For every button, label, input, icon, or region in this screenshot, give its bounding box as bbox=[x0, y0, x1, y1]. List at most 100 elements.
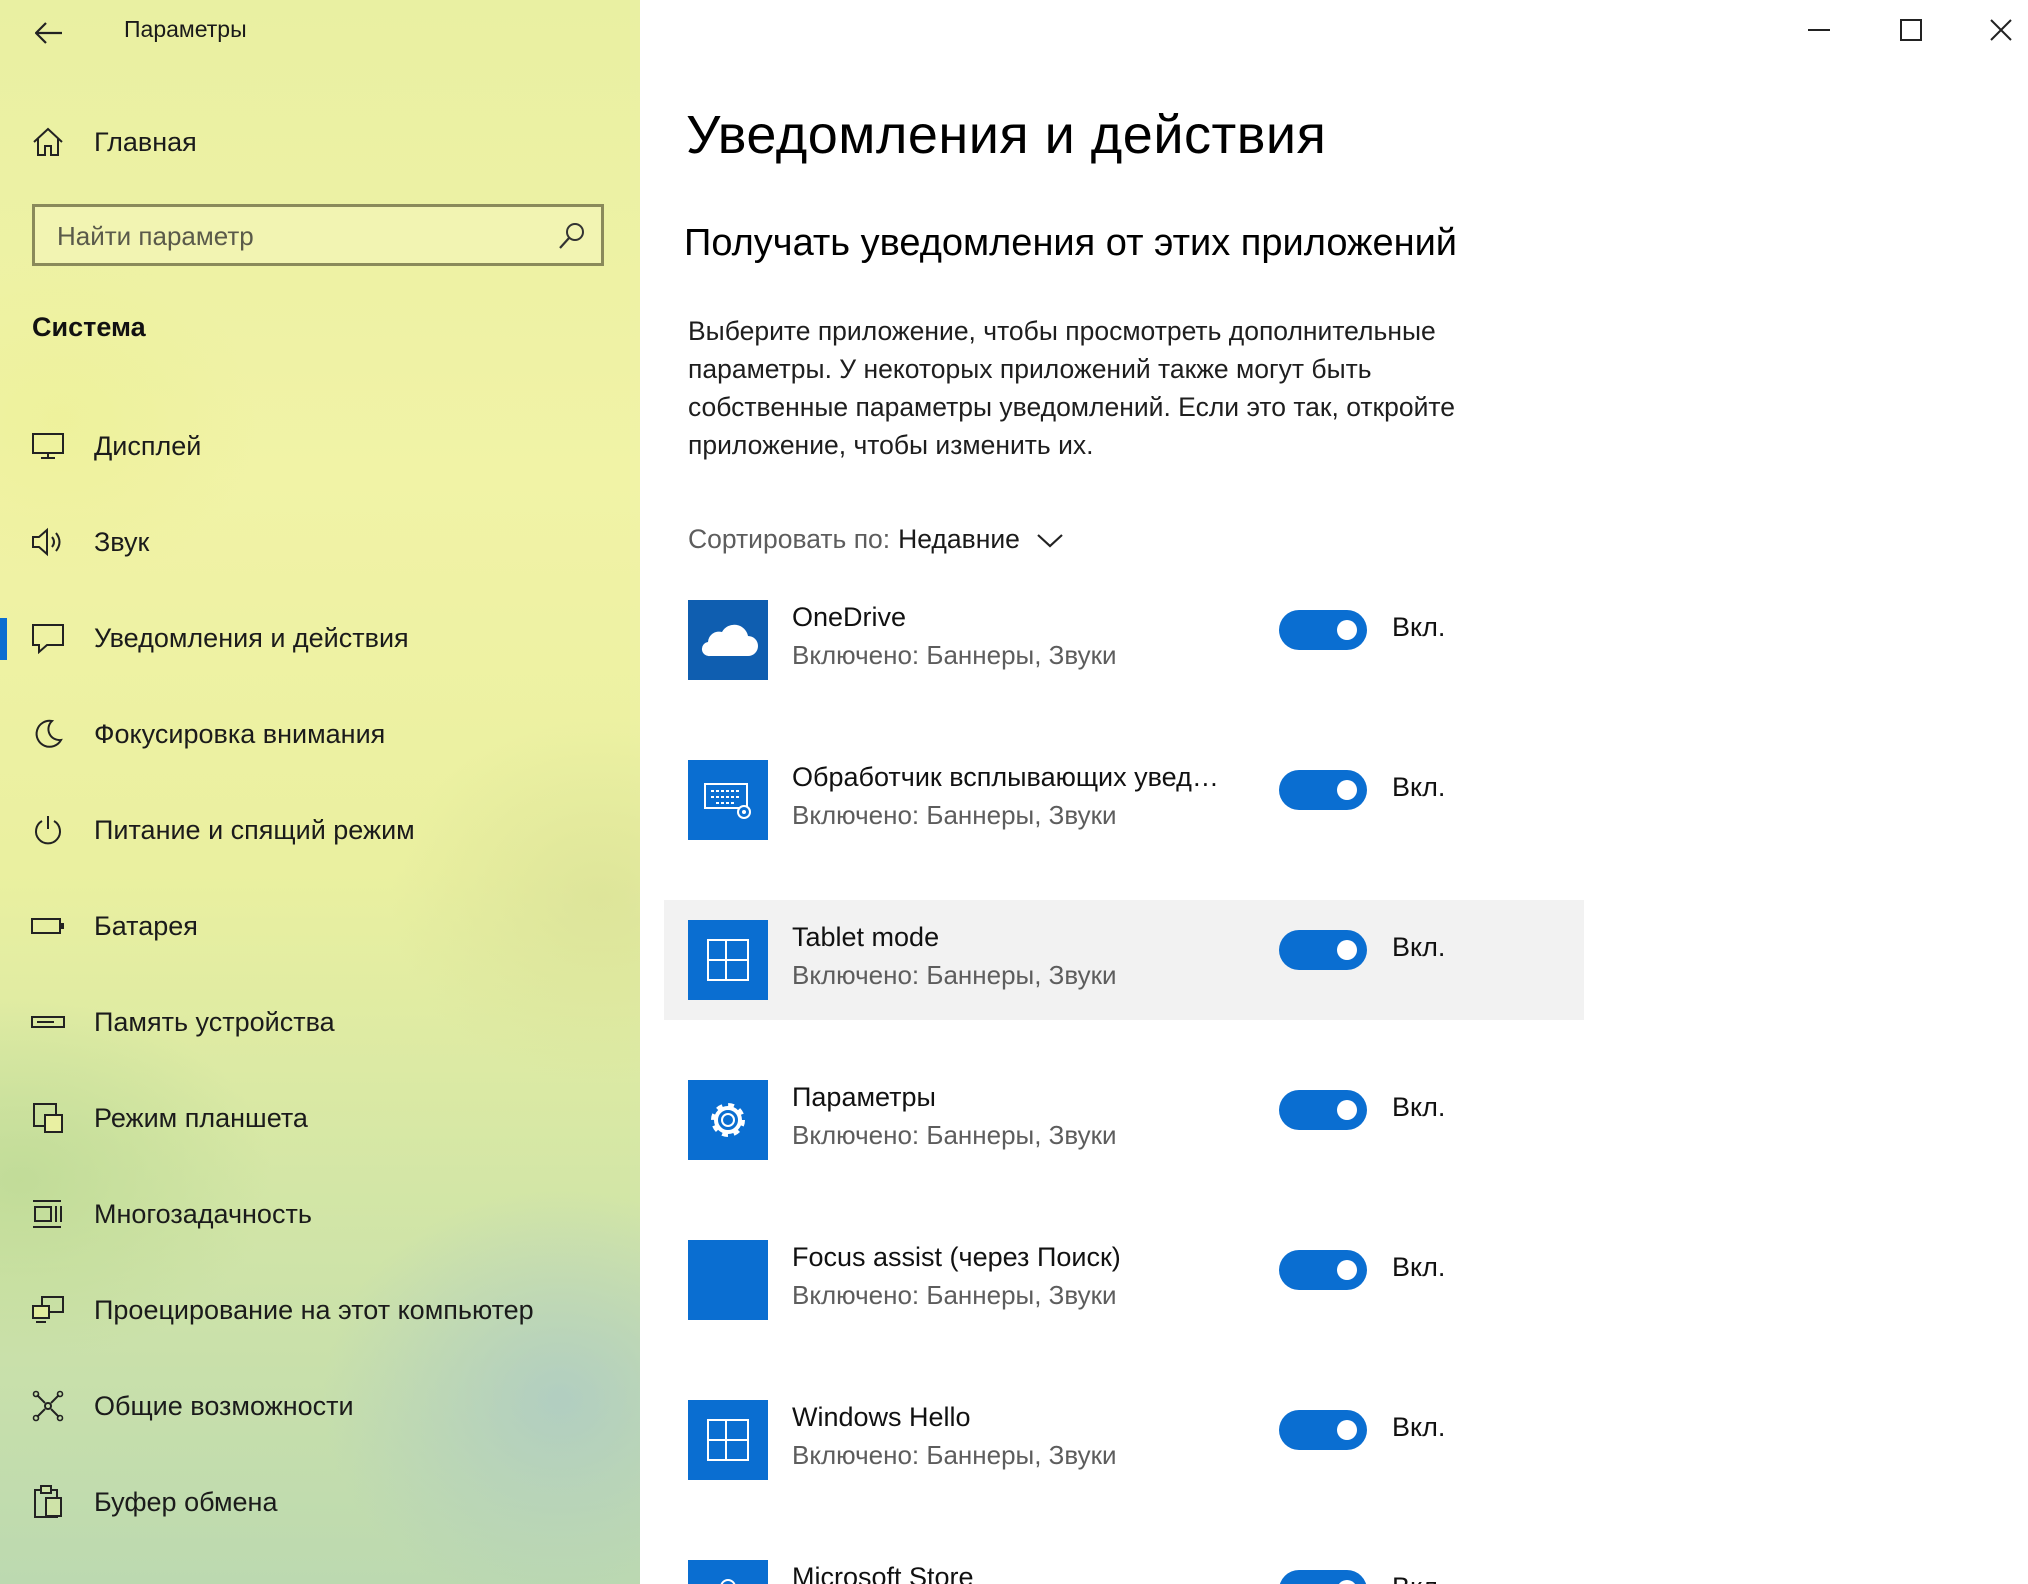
sidebar-item-label: Главная bbox=[94, 126, 197, 157]
sidebar-item-multitasking[interactable]: Многозадачность bbox=[0, 1174, 640, 1254]
notification-toggle[interactable] bbox=[1279, 930, 1367, 970]
app-row-microsoft-store[interactable]: Microsoft Store Вкл. bbox=[664, 1540, 1584, 1584]
toggle-state-label: Вкл. bbox=[1392, 1572, 1445, 1584]
settings-gear-icon bbox=[711, 1103, 745, 1137]
sidebar-item-label: Память устройства bbox=[94, 1006, 335, 1037]
home-icon bbox=[30, 124, 66, 160]
section-heading: Система bbox=[32, 312, 146, 342]
window-title: Параметры bbox=[124, 16, 247, 42]
page-title: Уведомления и действия bbox=[686, 105, 1327, 165]
sidebar-item-label: Дисплей bbox=[94, 430, 202, 461]
sidebar-item-label: Многозадачность bbox=[94, 1198, 312, 1229]
sidebar-item-projecting[interactable]: Проецирование на этот компьютер bbox=[0, 1270, 640, 1350]
power-icon bbox=[30, 812, 66, 848]
app-row-onedrive[interactable]: OneDrive Включено: Баннеры, Звуки Вкл. bbox=[664, 580, 1584, 700]
app-name: Параметры bbox=[792, 1082, 936, 1112]
toggle-knob bbox=[1337, 780, 1357, 800]
back-arrow-icon bbox=[35, 22, 62, 44]
app-tile bbox=[688, 1400, 768, 1480]
sidebar-item-label: Фокусировка внимания bbox=[94, 718, 386, 749]
storage-icon bbox=[30, 1004, 66, 1040]
app-status: Включено: Баннеры, Звуки bbox=[792, 960, 1117, 990]
app-tile bbox=[688, 760, 768, 840]
toggle-knob bbox=[1337, 1100, 1357, 1120]
app-row-windows-hello[interactable]: Windows Hello Включено: Баннеры, Звуки В… bbox=[664, 1380, 1584, 1500]
sidebar-item-notifications[interactable]: Уведомления и действия bbox=[0, 598, 640, 678]
sidebar-item-label: Звук bbox=[94, 526, 150, 557]
sidebar-item-label: Питание и спящий режим bbox=[94, 814, 415, 845]
app-name: Tablet mode bbox=[792, 922, 940, 952]
sort-value: Недавние bbox=[898, 524, 1020, 554]
app-status: Включено: Баннеры, Звуки bbox=[792, 1440, 1117, 1470]
sidebar-item-label: Батарея bbox=[94, 910, 198, 941]
app-tile bbox=[688, 1560, 768, 1584]
sidebar-item-label: Уведомления и действия bbox=[94, 622, 409, 653]
grid-icon bbox=[707, 939, 749, 981]
sidebar-item-label: Буфер обмена bbox=[94, 1486, 278, 1517]
chevron-down-icon bbox=[1037, 533, 1063, 547]
app-tile bbox=[688, 920, 768, 1000]
app-row-tablet-mode[interactable]: Tablet mode Включено: Баннеры, Звуки Вкл… bbox=[664, 900, 1584, 1020]
main-content: Уведомления и действия Получать уведомле… bbox=[640, 0, 2028, 1584]
notification-toggle[interactable] bbox=[1279, 610, 1367, 650]
app-name: Windows Hello bbox=[792, 1402, 971, 1432]
sidebar-item-tablet-mode[interactable]: Режим планшета bbox=[0, 1078, 640, 1158]
notifications-icon bbox=[30, 620, 66, 656]
sidebar-item-label: Проецирование на этот компьютер bbox=[94, 1294, 534, 1325]
notification-toggle[interactable] bbox=[1279, 1090, 1367, 1130]
toggle-knob bbox=[1337, 620, 1357, 640]
app-tile bbox=[688, 1240, 768, 1320]
app-row-toast-handler[interactable]: Обработчик всплывающих уведомлений Включ… bbox=[664, 740, 1584, 860]
search-input[interactable] bbox=[55, 207, 539, 265]
grid-icon bbox=[707, 1419, 749, 1461]
app-tile bbox=[688, 600, 768, 680]
sidebar-item-display[interactable]: Дисплей bbox=[0, 406, 640, 486]
sidebar-item-battery[interactable]: Батарея bbox=[0, 886, 640, 966]
multitasking-icon bbox=[30, 1196, 66, 1232]
sidebar: Параметры Главная Система Дисплей bbox=[0, 0, 640, 1584]
notification-toggle[interactable] bbox=[1279, 1250, 1367, 1290]
clipboard-icon bbox=[30, 1484, 66, 1520]
notification-toggle[interactable] bbox=[1279, 1410, 1367, 1450]
toggle-state-label: Вкл. bbox=[1392, 932, 1446, 962]
toggle-state-label: Вкл. bbox=[1392, 1092, 1446, 1122]
toggle-state-label: Вкл. bbox=[1392, 772, 1446, 802]
app-status: Включено: Баннеры, Звуки bbox=[792, 1280, 1117, 1310]
toggle-state-label: Вкл. bbox=[1392, 1252, 1446, 1282]
keyboard-gear-icon bbox=[704, 783, 751, 819]
app-name: Microsoft Store bbox=[792, 1562, 974, 1584]
sidebar-item-home[interactable]: Главная bbox=[0, 102, 640, 182]
sidebar-item-sound[interactable]: Звук bbox=[0, 502, 640, 582]
sort-label: Сортировать по: bbox=[688, 524, 891, 554]
toggle-knob bbox=[1337, 1580, 1357, 1584]
app-status: Включено: Баннеры, Звуки bbox=[792, 1120, 1117, 1150]
notification-toggle[interactable] bbox=[1279, 770, 1367, 810]
sidebar-item-storage[interactable]: Память устройства bbox=[0, 982, 640, 1062]
sidebar-item-clipboard[interactable]: Буфер обмена bbox=[0, 1462, 640, 1542]
app-row-settings[interactable]: Параметры Включено: Баннеры, Звуки Вкл. bbox=[664, 1060, 1584, 1180]
back-button[interactable] bbox=[26, 10, 72, 56]
moon-icon bbox=[30, 716, 66, 752]
app-row-focus-assist[interactable]: Focus assist (через Поиск) Включено: Бан… bbox=[664, 1220, 1584, 1340]
sidebar-item-shared-experiences[interactable]: Общие возможности bbox=[0, 1366, 640, 1446]
app-status: Включено: Баннеры, Звуки bbox=[792, 800, 1117, 830]
sidebar-item-label: Общие возможности bbox=[94, 1390, 354, 1421]
search-box[interactable] bbox=[32, 204, 604, 266]
search-icon[interactable] bbox=[557, 221, 587, 251]
app-tile bbox=[688, 1080, 768, 1160]
app-status: Включено: Баннеры, Звуки bbox=[792, 640, 1117, 670]
battery-icon bbox=[30, 908, 66, 944]
tablet-mode-icon bbox=[30, 1100, 66, 1136]
app-name: Обработчик всплывающих уведомлений bbox=[792, 762, 1232, 792]
toggle-state-label: Вкл. bbox=[1392, 612, 1446, 642]
toggle-knob bbox=[1337, 1260, 1357, 1280]
notification-toggle[interactable] bbox=[1279, 1570, 1367, 1584]
toggle-knob bbox=[1337, 1420, 1357, 1440]
sort-dropdown[interactable]: Сортировать по: Недавние bbox=[688, 524, 1064, 555]
app-name: OneDrive bbox=[792, 602, 907, 632]
section-description: Выберите приложение, чтобы просмотреть д… bbox=[688, 316, 1455, 460]
active-indicator bbox=[0, 618, 7, 660]
shared-experiences-icon bbox=[30, 1388, 66, 1424]
sidebar-item-power[interactable]: Питание и спящий режим bbox=[0, 790, 640, 870]
sidebar-item-focus-assist[interactable]: Фокусировка внимания bbox=[0, 694, 640, 774]
